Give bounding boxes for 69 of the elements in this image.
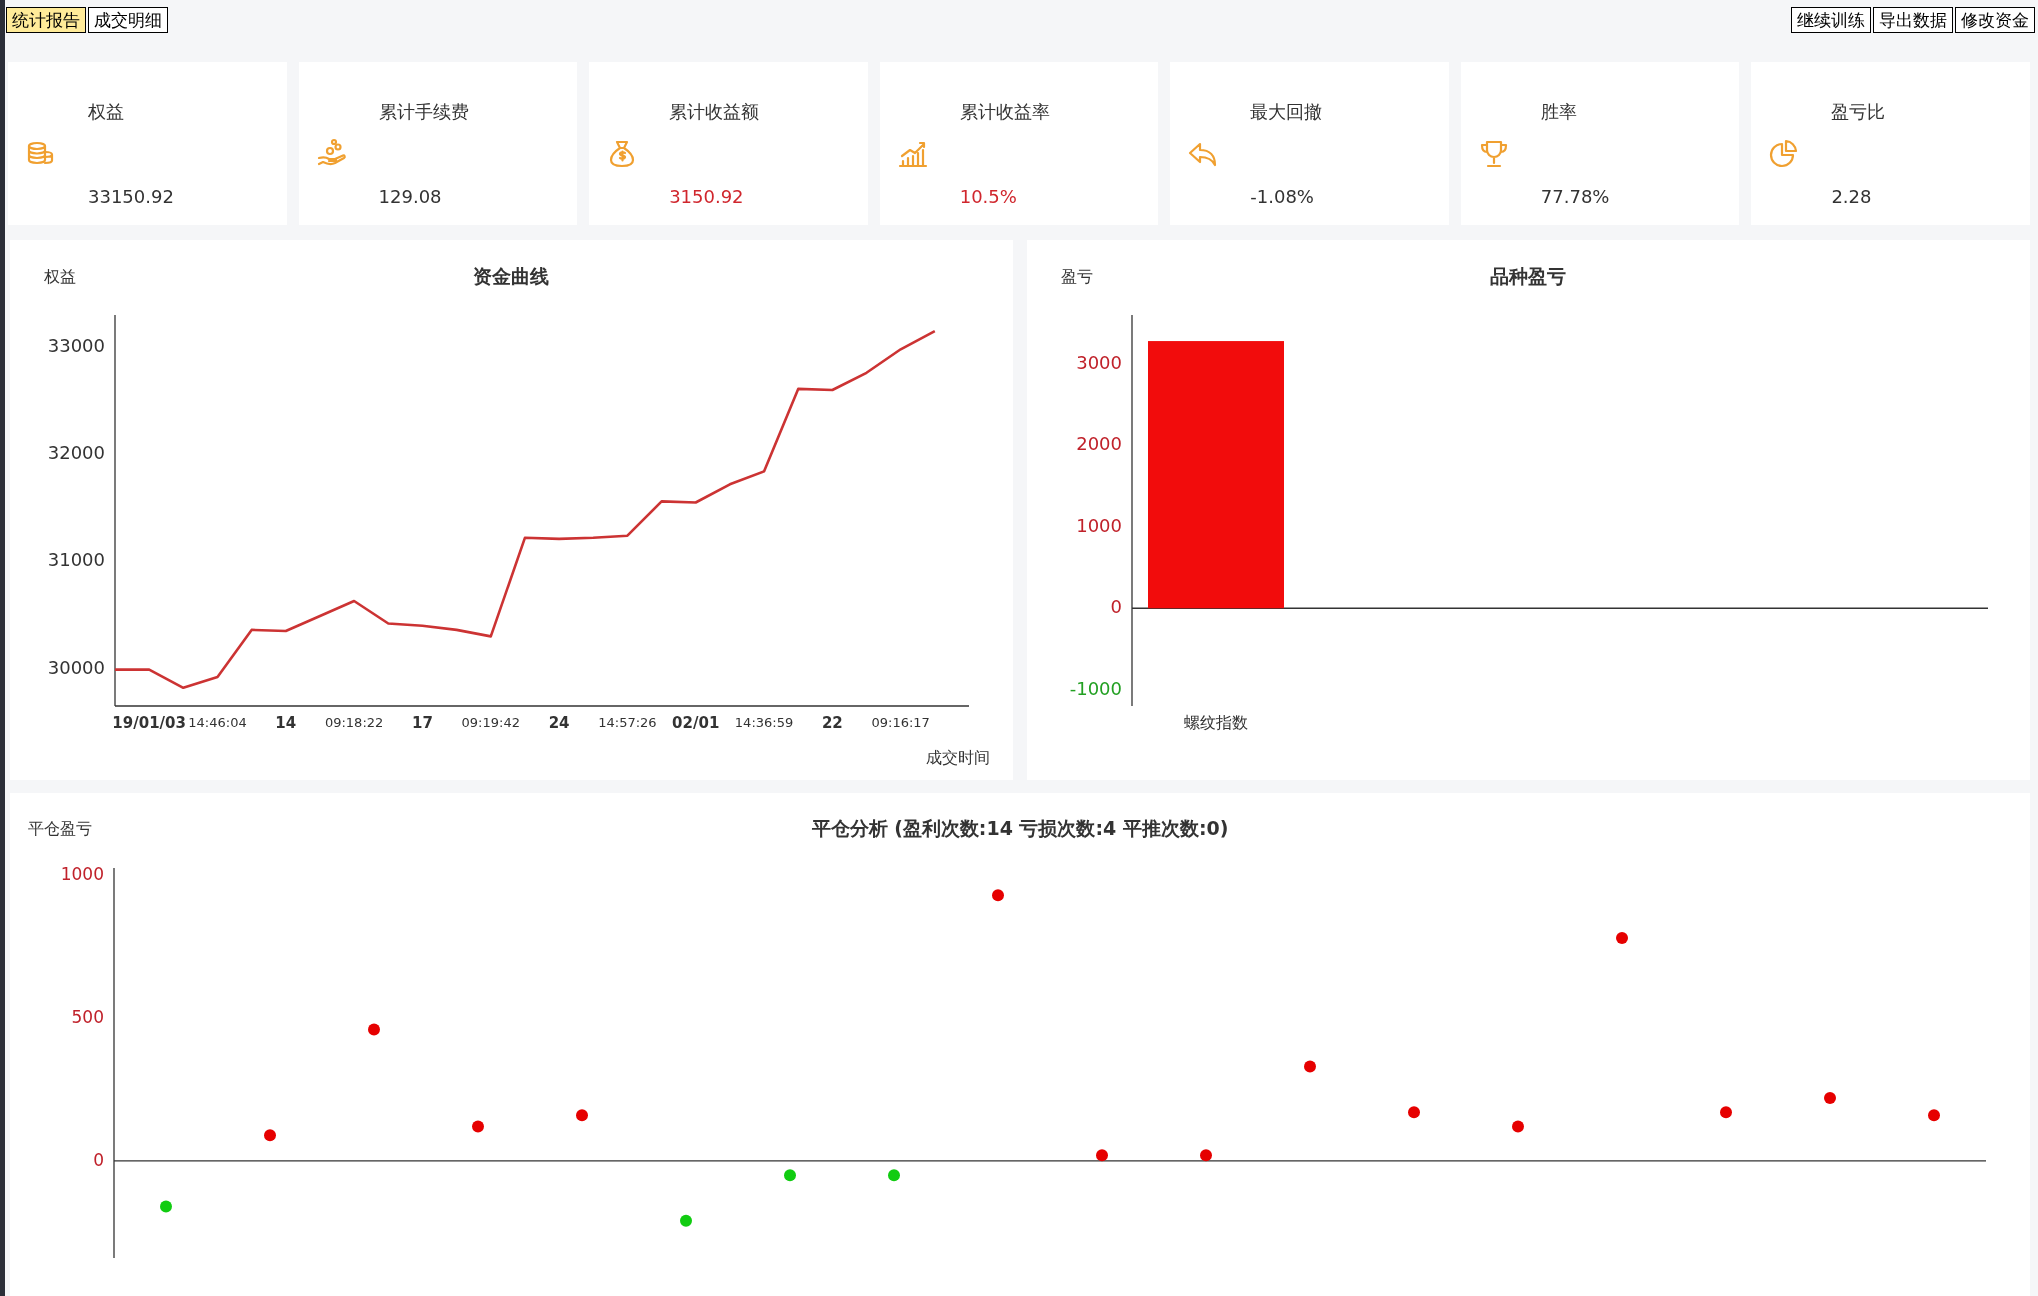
- stat-value: 33150.92: [88, 186, 174, 207]
- stat-label: 胜率: [1540, 100, 1577, 124]
- stat-value: 10.5%: [959, 186, 1017, 207]
- tab[interactable]: 统计报告: [6, 7, 86, 33]
- stat-value: 2.28: [1831, 186, 1872, 207]
- stat-value: 3150.92: [669, 186, 744, 207]
- y-tick-label: 31000: [47, 549, 105, 571]
- trade-dot: [1616, 932, 1628, 944]
- x-tick-label: 19/01/03: [112, 713, 186, 732]
- trade-dot: [472, 1120, 484, 1133]
- trade-dot: [1096, 1149, 1108, 1162]
- stat-label: 累计收益率: [959, 100, 1050, 124]
- y-tick-label: 1000: [60, 864, 104, 885]
- y-axis-title: 盈亏: [1061, 266, 1093, 286]
- x-tick-label: 14:57:26: [598, 714, 657, 730]
- x-tick-label: 09:18:22: [324, 714, 384, 730]
- chart-title: 资金曲线: [473, 264, 549, 287]
- trade-dot: [1512, 1120, 1524, 1133]
- y-tick-label: 1000: [1076, 514, 1122, 536]
- y-tick-label: 3000: [1076, 351, 1122, 373]
- y-axis-title: 权益: [44, 266, 76, 286]
- x-tick-label: 02/01: [672, 713, 720, 732]
- y-tick-label: 0: [93, 1149, 104, 1170]
- x-tick-label: 09:19:42: [461, 714, 520, 730]
- y-tick-label: 0: [1110, 596, 1122, 618]
- trade-dot: [1824, 1092, 1836, 1104]
- trade-dot: [1304, 1060, 1316, 1073]
- stat-value: -1.08%: [1250, 186, 1314, 207]
- stat-label: 累计手续费: [378, 100, 469, 124]
- stat-label: 最大回撤: [1250, 100, 1323, 124]
- x-tick-label: 22: [821, 713, 843, 732]
- trade-dot: [992, 889, 1004, 902]
- x-tick-label: 14:36:59: [734, 714, 794, 730]
- chart-title: 品种盈亏: [1490, 264, 1566, 287]
- trade-dot: [888, 1169, 900, 1182]
- trade-dot: [784, 1169, 796, 1182]
- action-button[interactable]: 继续训练: [1791, 7, 1871, 33]
- trade-dot: [576, 1109, 588, 1122]
- stat-label: 累计收益额: [669, 100, 760, 124]
- x-tick-label: 24: [548, 713, 570, 732]
- stat-value: 129.08: [378, 186, 442, 207]
- y-tick-label: 2000: [1076, 433, 1122, 455]
- x-axis-title: 成交时间: [926, 747, 990, 767]
- trade-dot: [1720, 1106, 1732, 1119]
- x-tick-label: 09:16:17: [871, 714, 930, 730]
- trade-dot: [1928, 1109, 1940, 1122]
- y-tick-label: 33000: [47, 335, 105, 357]
- y-tick-label: -1000: [1069, 677, 1122, 699]
- x-tick-label: 14:46:04: [188, 714, 247, 730]
- y-tick-label: 30000: [47, 656, 105, 678]
- x-tick-label: 17: [412, 713, 433, 732]
- tab[interactable]: 成交明细: [88, 7, 168, 33]
- y-tick-label: 500: [71, 1007, 104, 1027]
- trade-dot: [264, 1129, 276, 1142]
- x-tick-label: 14: [275, 713, 297, 732]
- trade-dot: [680, 1214, 692, 1227]
- action-button[interactable]: 修改资金: [1955, 7, 2035, 33]
- trade-dot: [1200, 1149, 1212, 1162]
- stat-label: 盈亏比: [1831, 100, 1886, 124]
- trade-dot: [160, 1200, 172, 1213]
- x-tick-label: 螺纹指数: [1184, 712, 1248, 732]
- action-button[interactable]: 导出数据: [1873, 7, 1953, 33]
- trade-dot: [1408, 1106, 1420, 1119]
- stat-value: 77.78%: [1540, 186, 1610, 207]
- chart-title: 平仓分析 (盈利次数:14 亏损次数:4 平推次数:0): [811, 816, 1229, 839]
- stat-label: 权益: [88, 100, 124, 124]
- y-axis-title: 平仓盈亏: [28, 818, 92, 838]
- trade-dot: [368, 1023, 380, 1036]
- y-tick-label: 32000: [47, 442, 105, 464]
